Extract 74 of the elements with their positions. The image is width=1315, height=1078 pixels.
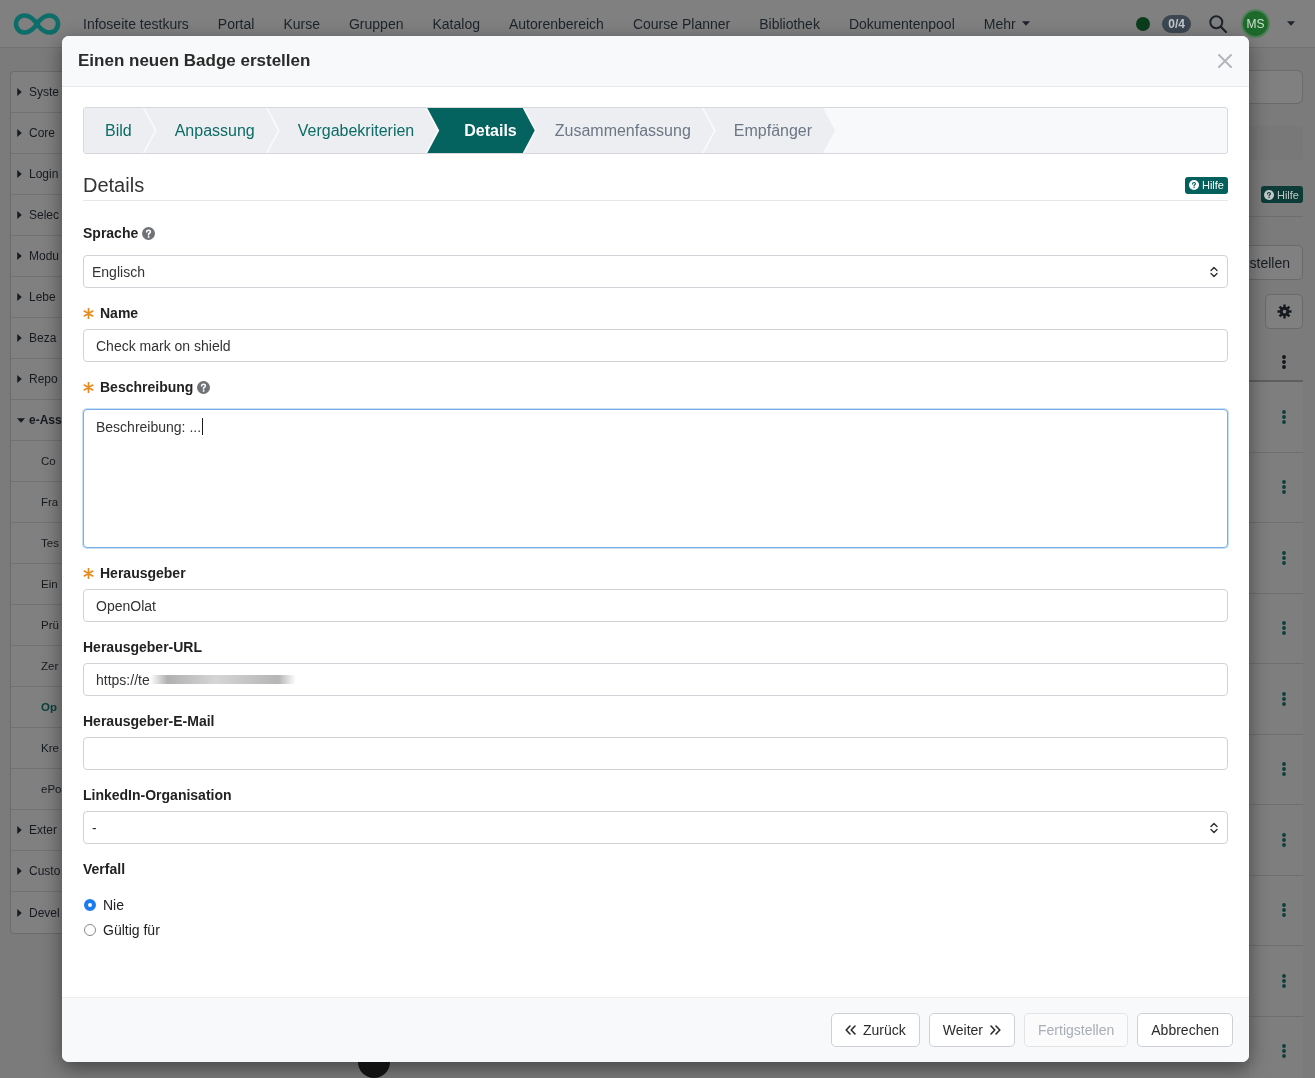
nav-link[interactable]: Gruppen <box>349 15 404 32</box>
field-label: LinkedIn-Organisation <box>83 787 232 803</box>
close-icon[interactable] <box>1218 54 1232 68</box>
kebab-menu-icon[interactable] <box>1282 691 1286 706</box>
status-dot-icon <box>1136 16 1151 31</box>
round-button-icon <box>358 1062 390 1078</box>
more-menu[interactable]: Mehr <box>983 15 1030 32</box>
dialog-title: Einen neuen Badge erstellen <box>78 51 311 71</box>
field-label: Sprache <box>83 225 139 241</box>
input-field[interactable] <box>1249 70 1303 104</box>
radio-option[interactable]: Nie <box>83 895 124 915</box>
help-button[interactable]: Hilfe <box>1261 186 1303 203</box>
kebab-menu-icon[interactable] <box>1282 621 1286 636</box>
user-avatar[interactable]: MS <box>1241 9 1270 38</box>
double-chevron-right-icon <box>990 1025 1001 1035</box>
help-icon[interactable] <box>142 226 156 240</box>
wizard-step[interactable]: Details <box>427 108 535 153</box>
kebab-menu-icon[interactable] <box>1282 355 1286 369</box>
text-cursor-icon <box>202 418 204 435</box>
nav-link[interactable]: Katalog <box>432 15 480 32</box>
section-title: Details <box>83 173 145 197</box>
search-icon[interactable] <box>1209 14 1227 33</box>
field-label: Herausgeber-URL <box>83 639 203 655</box>
back-button[interactable]: Zurück <box>831 1013 920 1047</box>
field-label: Name <box>100 305 139 321</box>
kebab-menu-icon[interactable] <box>1282 1044 1286 1059</box>
kebab-menu-icon[interactable] <box>1282 409 1286 424</box>
dropdown[interactable]: Englisch <box>83 255 1228 288</box>
nav-link[interactable]: Autorenbereich <box>508 15 604 32</box>
double-chevron-left-icon <box>845 1025 856 1035</box>
wizard-step[interactable]: Bild <box>84 108 155 153</box>
settings-button[interactable] <box>1265 294 1303 329</box>
field-label: Herausgeber-E-Mail <box>83 713 215 729</box>
dropdown[interactable]: - <box>83 811 1228 844</box>
text-field[interactable]: OpenOlat <box>83 589 1228 622</box>
nav-link[interactable]: Portal <box>217 15 255 32</box>
nav-link[interactable]: Infoseite testkurs <box>83 15 189 32</box>
field-label: Verfall <box>83 861 126 877</box>
caret-down-icon[interactable] <box>1287 21 1295 26</box>
kebab-menu-icon[interactable] <box>1282 550 1286 565</box>
up-down-chevron-icon <box>1210 821 1218 834</box>
kebab-menu-icon[interactable] <box>1282 903 1286 918</box>
wizard-step[interactable]: Empfänger <box>703 108 836 153</box>
help-icon <box>1189 180 1199 190</box>
field-label: Herausgeber <box>100 565 186 581</box>
field-label: Beschreibung <box>100 379 194 395</box>
kebab-menu-icon[interactable] <box>1282 762 1286 777</box>
settings-icon <box>1276 304 1292 319</box>
cancel-button[interactable]: Abbrechen <box>1137 1013 1233 1047</box>
up-down-chevron-icon <box>1210 265 1218 278</box>
nav-link[interactable]: Dokumentenpool <box>848 15 955 32</box>
nav-link[interactable]: Bibliothek <box>759 15 820 32</box>
text-area[interactable]: Beschreibung: ... <box>83 409 1228 548</box>
kebab-menu-icon[interactable] <box>1282 973 1286 988</box>
kebab-menu-icon[interactable] <box>1282 480 1286 495</box>
sidebar-item[interactable]: Devel <box>11 892 62 933</box>
wizard-step[interactable]: Anpassung <box>144 108 278 153</box>
next-button[interactable]: Weiter <box>928 1013 1015 1047</box>
nav-link[interactable]: Course Planner <box>632 15 731 32</box>
wizard-step[interactable]: Zusammenfassung <box>524 108 714 153</box>
caret-down-icon <box>1021 21 1030 26</box>
help-icon <box>1264 189 1274 200</box>
help-icon[interactable] <box>197 380 211 394</box>
text-field[interactable]: https://te <box>83 663 1228 696</box>
action-button[interactable]: stellen <box>1249 245 1303 280</box>
nav-link[interactable]: Kurse <box>283 15 320 32</box>
kebab-menu-icon[interactable] <box>1282 832 1286 847</box>
radio-option[interactable]: Gültig für <box>83 920 160 940</box>
wizard-step[interactable]: Vergabekriterien <box>267 108 438 153</box>
infinity-logo-icon[interactable] <box>12 11 62 36</box>
text-field[interactable]: Check mark on shield <box>83 329 1228 362</box>
help-button[interactable]: Hilfe <box>1185 176 1228 194</box>
counter-badge: 0/4 <box>1162 14 1191 33</box>
text-field[interactable] <box>83 737 1228 770</box>
